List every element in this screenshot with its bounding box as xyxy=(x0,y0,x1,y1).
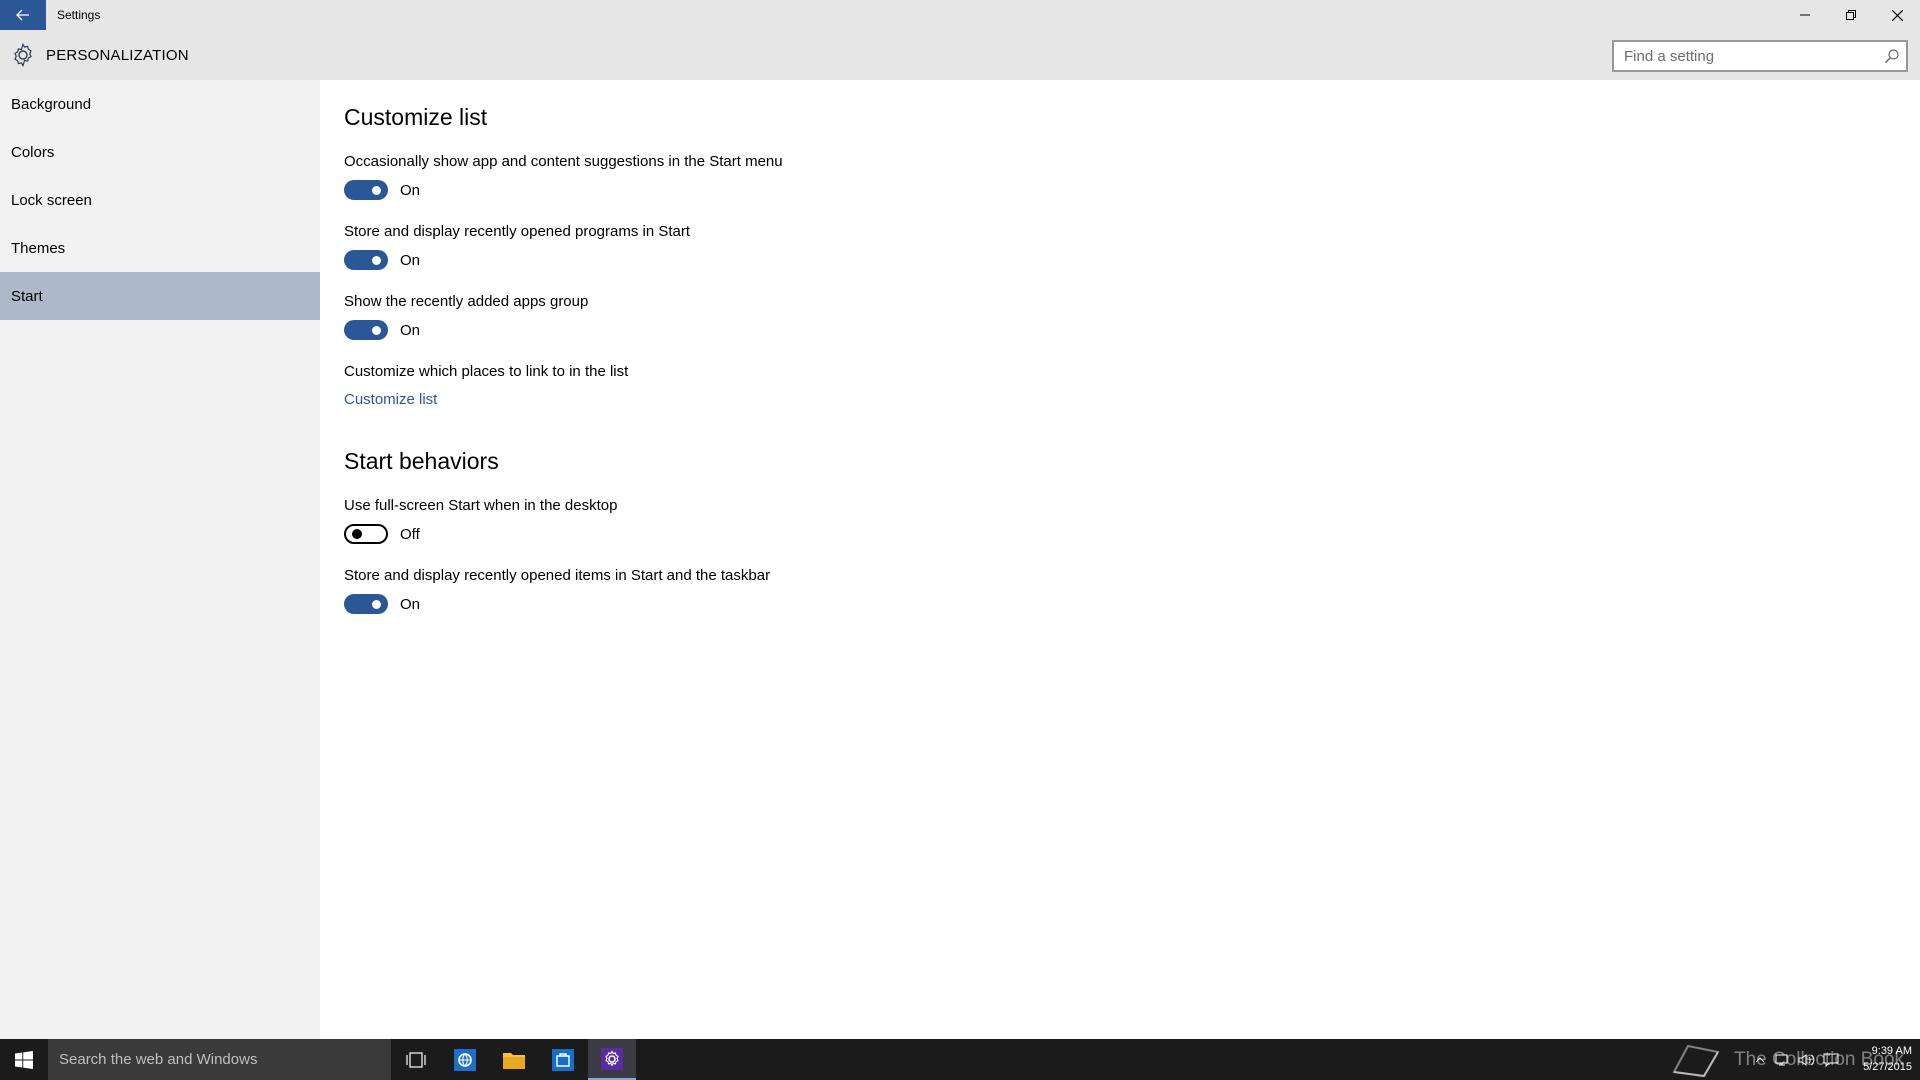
ie-icon xyxy=(454,1048,476,1071)
customize-list-heading: Customize list xyxy=(344,104,488,130)
sidebar-item-background[interactable]: Background xyxy=(0,80,320,128)
action-center-button[interactable] xyxy=(1820,1039,1842,1080)
clock[interactable]: 9:39 AM 5/27/2015 xyxy=(1842,1043,1912,1075)
setting-label-recent-apps: Show the recently added apps group xyxy=(344,293,589,310)
title-bar: Settings xyxy=(0,0,1920,30)
start-button[interactable] xyxy=(0,1039,48,1080)
volume-button[interactable] xyxy=(1796,1039,1818,1080)
toggle-recent-apps[interactable] xyxy=(344,320,388,340)
network-icon xyxy=(1775,1054,1788,1065)
toggle-knob xyxy=(372,186,381,195)
task-view-button[interactable] xyxy=(392,1039,440,1080)
close-button[interactable] xyxy=(1874,0,1920,30)
taskbar-settings[interactable] xyxy=(588,1039,636,1080)
sidebar-item-label: Background xyxy=(11,95,92,113)
taskbar-search-input[interactable] xyxy=(59,1039,379,1080)
toggle-state-text: On xyxy=(400,252,421,269)
toggle-knob xyxy=(352,529,362,539)
toggle-full-screen[interactable] xyxy=(344,524,388,544)
book-icon xyxy=(1672,1044,1720,1078)
window-title: Settings xyxy=(57,8,101,22)
toggle-state-text: On xyxy=(400,182,421,199)
gear-icon xyxy=(14,43,32,67)
sidebar-item-colors[interactable]: Colors xyxy=(0,128,320,176)
toggle-knob xyxy=(372,256,381,265)
sidebar-item-lock-screen[interactable]: Lock screen xyxy=(0,176,320,224)
close-icon xyxy=(1891,9,1903,21)
store-icon xyxy=(552,1048,574,1071)
customize-list-link[interactable]: Customize list xyxy=(344,391,437,408)
sidebar-item-label: Colors xyxy=(11,143,55,161)
show-hidden-icons[interactable] xyxy=(1752,1039,1768,1080)
sidebar-item-themes[interactable]: Themes xyxy=(0,224,320,272)
toggle-recent-programs[interactable] xyxy=(344,250,388,270)
chevron-up-icon xyxy=(1755,1056,1765,1062)
setting-label-recent-items: Store and display recently opened items … xyxy=(344,567,771,584)
file-explorer-icon xyxy=(503,1052,525,1069)
taskbar: The Collection Book 9:39 AM 5/27/2015 xyxy=(0,1039,1920,1080)
settings-gear-icon xyxy=(601,1047,623,1070)
maximize-icon xyxy=(1846,10,1856,20)
sidebar-item-label: Start xyxy=(11,287,43,305)
sidebar: Background Colors Lock screen Themes Sta… xyxy=(0,80,320,1039)
toggle-state-text: On xyxy=(400,322,421,339)
toggle-state-text: On xyxy=(400,596,421,613)
setting-label-suggestions: Occasionally show app and content sugges… xyxy=(344,153,783,170)
toggle-knob xyxy=(372,326,381,335)
action-center-icon xyxy=(1823,1053,1839,1067)
clock-date: 5/27/2015 xyxy=(1863,1061,1912,1073)
search-icon[interactable] xyxy=(1884,48,1900,64)
search-input[interactable] xyxy=(1624,42,1874,70)
taskbar-ie[interactable] xyxy=(441,1039,489,1080)
start-behaviors-heading: Start behaviors xyxy=(344,448,499,474)
sidebar-item-label: Lock screen xyxy=(11,191,92,209)
setting-label-recent-programs: Store and display recently opened progra… xyxy=(344,223,691,240)
restore-button[interactable] xyxy=(1828,0,1874,30)
taskbar-search[interactable] xyxy=(48,1039,391,1080)
clock-time: 9:39 AM xyxy=(1871,1045,1912,1057)
sidebar-item-label: Themes xyxy=(11,239,66,257)
page-title: PERSONALIZATION xyxy=(46,47,189,64)
settings-header: PERSONALIZATION xyxy=(0,30,1920,80)
task-view-icon xyxy=(406,1051,426,1068)
windows-logo-icon xyxy=(15,1050,33,1069)
toggle-recent-items[interactable] xyxy=(344,594,388,614)
toggle-state-text: Off xyxy=(400,526,420,543)
setting-label-places: Customize which places to link to in the… xyxy=(344,363,629,380)
back-button[interactable] xyxy=(0,0,46,30)
toggle-knob xyxy=(372,600,381,609)
taskbar-file-explorer[interactable] xyxy=(490,1039,538,1080)
minimize-icon xyxy=(1800,14,1810,16)
main-content: Customize list Occasionally show app and… xyxy=(320,80,1920,1039)
sidebar-item-start[interactable]: Start xyxy=(0,272,320,320)
find-setting-box[interactable] xyxy=(1612,40,1908,72)
taskbar-store[interactable] xyxy=(539,1039,587,1080)
volume-icon xyxy=(1798,1053,1815,1066)
toggle-suggestions[interactable] xyxy=(344,180,388,200)
network-button[interactable] xyxy=(1772,1039,1794,1080)
setting-label-full-screen: Use full-screen Start when in the deskto… xyxy=(344,497,618,514)
back-arrow-icon xyxy=(16,9,29,21)
minimize-button[interactable] xyxy=(1782,0,1828,30)
